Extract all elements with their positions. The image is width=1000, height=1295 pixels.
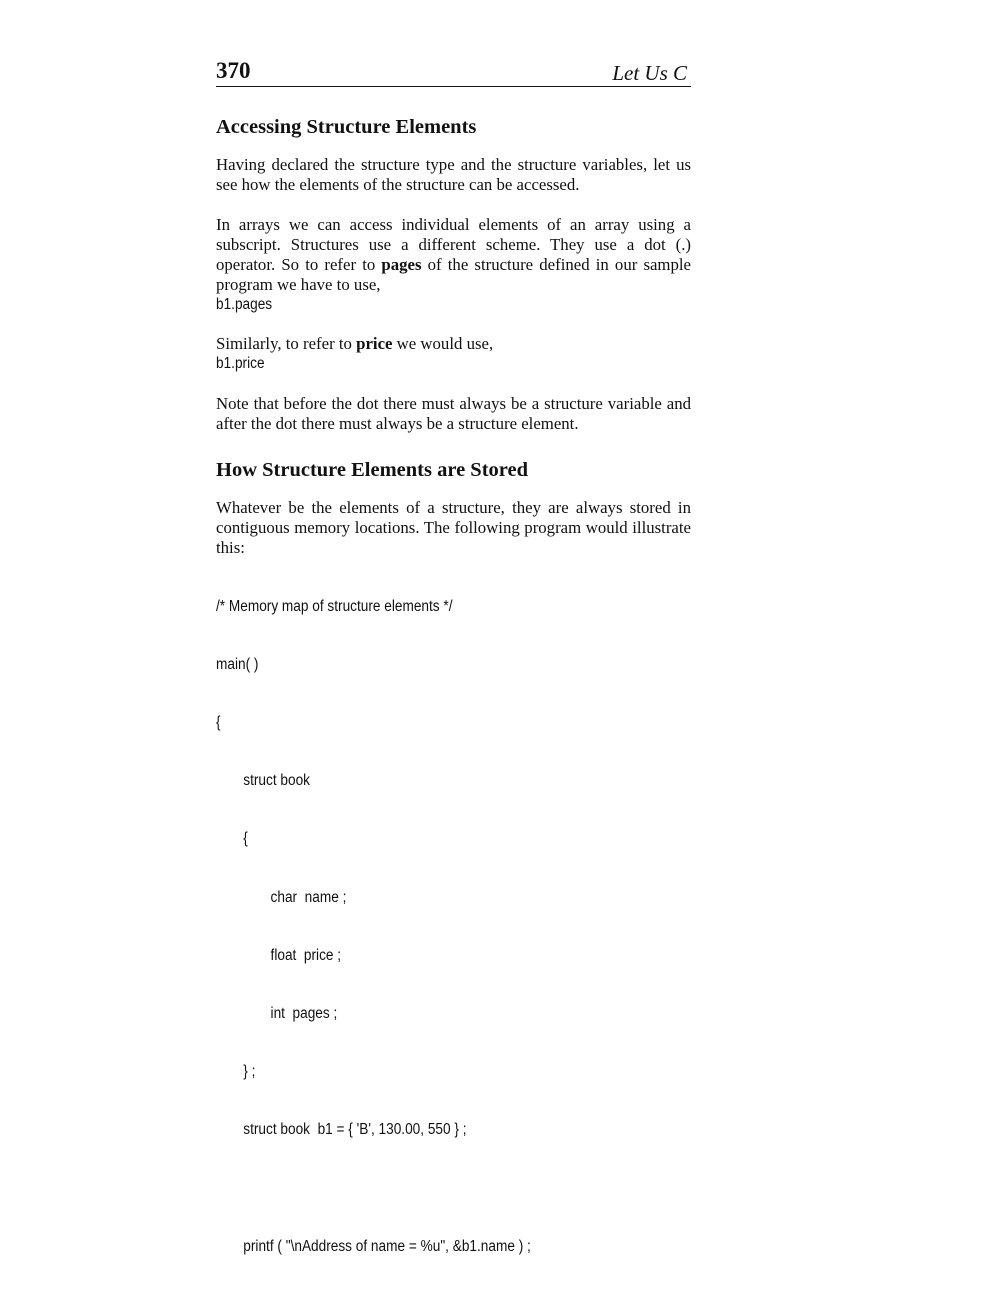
document-page: 370 Let Us C Accessing Structure Element… (216, 58, 691, 1295)
paragraph-text: we would use, (392, 334, 494, 354)
paragraph-contiguous: Whatever be the elements of a structure,… (216, 497, 691, 557)
code-example-price: b1.price (216, 354, 634, 373)
code-line: main( ) (216, 655, 259, 673)
code-line: b1.pages (216, 296, 273, 313)
bold-term-pages: pages (381, 255, 422, 274)
code-listing-memory-map: /* Memory map of structure elements */ m… (216, 558, 634, 1295)
code-example-pages: b1.pages (216, 295, 634, 314)
code-line: } ; (243, 1063, 256, 1081)
paragraph-intro: Having declared the structure type and t… (216, 155, 691, 194)
paragraph-note: Note that before the dot there must alwa… (216, 393, 691, 433)
section-heading-accessing: Accessing Structure Elements (216, 116, 477, 138)
running-title: Let Us C (612, 61, 687, 85)
page-header: 370 Let Us C (216, 58, 691, 87)
code-line: char name ; (270, 888, 347, 906)
paragraph-text: Similarly, to refer to (216, 334, 357, 354)
code-line: printf ( "\nAddress of name = %u", &b1.n… (243, 1237, 531, 1255)
bold-term-price: price (356, 334, 393, 354)
code-line: { (243, 830, 248, 848)
code-line: struct book b1 = { 'B', 130.00, 550 } ; (243, 1121, 467, 1139)
paragraph-dot-operator: In arrays we can access individual eleme… (216, 215, 691, 295)
code-line: float price ; (270, 946, 342, 964)
code-line: struct book (243, 772, 310, 790)
code-line: b1.price (216, 355, 265, 373)
page-number: 370 (216, 58, 251, 83)
section-heading-stored: How Structure Elements are Stored (216, 458, 529, 481)
code-line: int pages ; (270, 1005, 338, 1023)
code-line: /* Memory map of structure elements */ (216, 597, 453, 615)
paragraph-price: Similarly, to refer to price we would us… (216, 334, 691, 354)
code-line: { (216, 714, 221, 731)
